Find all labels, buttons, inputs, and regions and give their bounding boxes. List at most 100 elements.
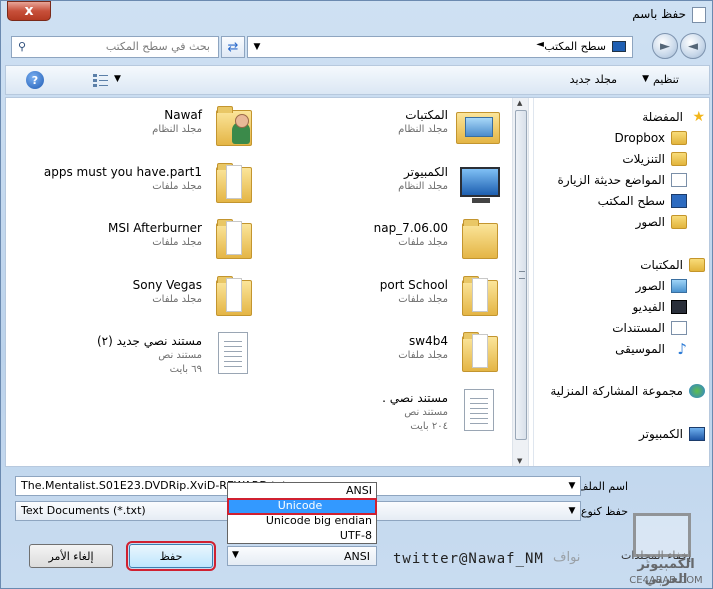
vertical-scrollbar[interactable]: ▲ ▼ — [512, 98, 529, 466]
search-placeholder: بحث في سطح المكتب — [105, 40, 210, 53]
file-item[interactable]: MSI Afterburner مجلد ملفات — [16, 217, 256, 269]
sidebar-item-pictures-fav[interactable]: الصور — [636, 213, 687, 231]
file-name: المكتبات — [405, 108, 448, 122]
new-folder-button[interactable]: مجلد جديد — [570, 73, 617, 86]
encoding-value: ANSI — [344, 550, 370, 563]
file-list: المكتبات مجلد النظام Nawaf مجلد النظام ا… — [6, 98, 511, 466]
paper-icon — [472, 334, 488, 368]
file-item[interactable]: مستند نصي . مستند نص ٢٠٤ بايت — [262, 387, 502, 439]
save-button[interactable]: حفظ — [126, 541, 216, 571]
sidebar-item-favorites[interactable]: ★ المفضلة — [642, 108, 705, 126]
encoding-option-unicode-big-endian[interactable]: Unicode big endian — [228, 514, 376, 529]
libraries-folder-icon — [456, 112, 500, 144]
chevron-down-icon: ▼ — [253, 42, 261, 52]
organize-dropdown-icon[interactable]: ▼ — [642, 74, 649, 84]
file-item[interactable]: nap_7.06.00 مجلد ملفات — [262, 217, 502, 269]
sidebar-item-label: مجموعة المشاركة المنزلية — [550, 384, 683, 398]
filename-dropdown-button[interactable]: ▼ — [564, 477, 580, 495]
libraries-icon — [689, 258, 705, 272]
back-button[interactable]: ◄ — [680, 33, 706, 59]
logo-mark-icon — [633, 513, 691, 557]
sidebar-item-label: الموسيقى — [615, 342, 665, 356]
file-type: مستند نص — [158, 350, 202, 361]
pictures-icon — [671, 279, 687, 293]
navigation-bar: ◄ ► سطح المكتب ◄ ▼ ⇄ بحث في سطح المكتب ⚲ — [1, 31, 713, 63]
file-name: MSI Afterburner — [107, 221, 202, 235]
sidebar-item-homegroup[interactable]: مجموعة المشاركة المنزلية — [550, 382, 705, 400]
history-buttons: ◄ ► — [650, 33, 706, 59]
address-dropdown-button[interactable]: ▼ — [250, 39, 264, 55]
sidebar-item-downloads[interactable]: التنزيلات — [622, 150, 687, 168]
sidebar-item-music[interactable]: ♪ الموسيقى — [615, 340, 687, 358]
sidebar-item-label: المستندات — [612, 321, 665, 335]
recent-places-icon — [671, 173, 687, 187]
file-type: مجلد ملفات — [398, 294, 448, 305]
file-item[interactable]: port School مجلد ملفات — [262, 274, 502, 326]
help-button[interactable]: ? — [26, 71, 44, 89]
save-as-dialog: حفظ باسم x ◄ ► سطح المكتب ◄ ▼ ⇄ بحث في س… — [0, 0, 713, 589]
navigation-pane: ★ المفضلة Dropbox التنزيلات المواضع حديث… — [533, 98, 709, 466]
desktop-icon — [612, 41, 626, 52]
views-dropdown-icon[interactable]: ▼ — [114, 74, 121, 84]
file-name: مستند نصي . — [382, 391, 448, 405]
sidebar-item-dropbox[interactable]: Dropbox — [614, 129, 687, 147]
scroll-down-icon[interactable]: ▼ — [517, 457, 522, 465]
file-size: ٢٠٤ بايت — [410, 421, 448, 432]
folder-icon — [210, 274, 256, 322]
close-button[interactable]: x — [7, 1, 51, 21]
encoding-option-unicode[interactable]: Unicode — [227, 498, 377, 515]
site-logo: الكمبيوتر العربي CE4ARAB.COM — [623, 513, 709, 587]
file-item[interactable]: مستند نصي جديد (٢) مستند نص ٦٩ بايت — [16, 330, 256, 382]
chevron-down-icon: ▼ — [568, 506, 576, 516]
savetype-dropdown-button[interactable]: ▼ — [564, 502, 580, 520]
file-item[interactable]: apps must you have.part1 مجلد ملفات — [16, 161, 256, 213]
encoding-option-utf8[interactable]: UTF-8 — [228, 529, 376, 544]
computer-icon — [460, 167, 500, 203]
documents-icon — [671, 321, 687, 335]
refresh-button[interactable]: ⇄ — [221, 36, 245, 58]
music-icon: ♪ — [677, 340, 687, 358]
file-item[interactable]: Sony Vegas مجلد ملفات — [16, 274, 256, 326]
twitter-watermark: twitter@Nawaf_NM — [393, 551, 544, 567]
file-item[interactable]: Nawaf مجلد النظام — [16, 104, 256, 156]
title-bar[interactable]: حفظ باسم x — [1, 1, 713, 29]
scroll-up-icon[interactable]: ▲ — [517, 99, 522, 107]
forward-arrow-icon: ► — [660, 38, 670, 54]
file-item[interactable]: sw4b4 مجلد ملفات — [262, 330, 502, 382]
desktop-icon — [671, 194, 687, 208]
encoding-select[interactable]: ANSI ▼ — [227, 546, 377, 566]
sidebar-item-label: سطح المكتب — [597, 194, 665, 208]
address-bar[interactable]: سطح المكتب ◄ ▼ — [247, 36, 633, 58]
breadcrumb-arrow-icon[interactable]: ◄ — [536, 39, 544, 50]
address-location[interactable]: سطح المكتب — [544, 40, 606, 53]
sidebar-item-video[interactable]: الفيديو — [632, 298, 687, 316]
views-icon[interactable] — [92, 72, 110, 88]
sidebar-item-pictures[interactable]: الصور — [636, 277, 687, 295]
file-name: port School — [379, 278, 448, 292]
file-type: مجلد ملفات — [152, 294, 202, 305]
sidebar-item-documents[interactable]: المستندات — [612, 319, 687, 337]
file-type: مجلد ملفات — [398, 237, 448, 248]
cancel-button[interactable]: إلغاء الأمر — [29, 544, 113, 568]
forward-button[interactable]: ► — [652, 33, 678, 59]
name-watermark: نواف — [553, 550, 581, 565]
scroll-thumb[interactable] — [515, 110, 527, 440]
file-item[interactable]: الكمبيوتر مجلد النظام — [262, 161, 502, 213]
file-type: مجلد ملفات — [152, 181, 202, 192]
sidebar-item-computer[interactable]: الكمبيوتر — [639, 425, 705, 443]
sidebar-item-libraries[interactable]: المكتبات — [640, 256, 705, 274]
notepad-icon — [692, 7, 706, 23]
search-input[interactable]: بحث في سطح المكتب ⚲ — [11, 36, 219, 58]
paper-icon — [226, 221, 242, 255]
user-folder-icon — [210, 104, 256, 152]
video-icon — [671, 300, 687, 314]
encoding-option-ansi[interactable]: ANSI — [228, 484, 376, 499]
file-size: ٦٩ بايت — [169, 364, 202, 375]
sidebar-item-desktop[interactable]: سطح المكتب — [598, 192, 687, 210]
sidebar-item-recent-places[interactable]: المواضع حديثة الزيارة — [558, 171, 687, 189]
organize-button[interactable]: تنظيم — [653, 73, 679, 86]
file-name: sw4b4 — [409, 334, 448, 348]
sidebar-item-label: التنزيلات — [622, 152, 665, 166]
file-item[interactable]: المكتبات مجلد النظام — [262, 104, 502, 156]
file-name: nap_7.06.00 — [373, 221, 448, 235]
